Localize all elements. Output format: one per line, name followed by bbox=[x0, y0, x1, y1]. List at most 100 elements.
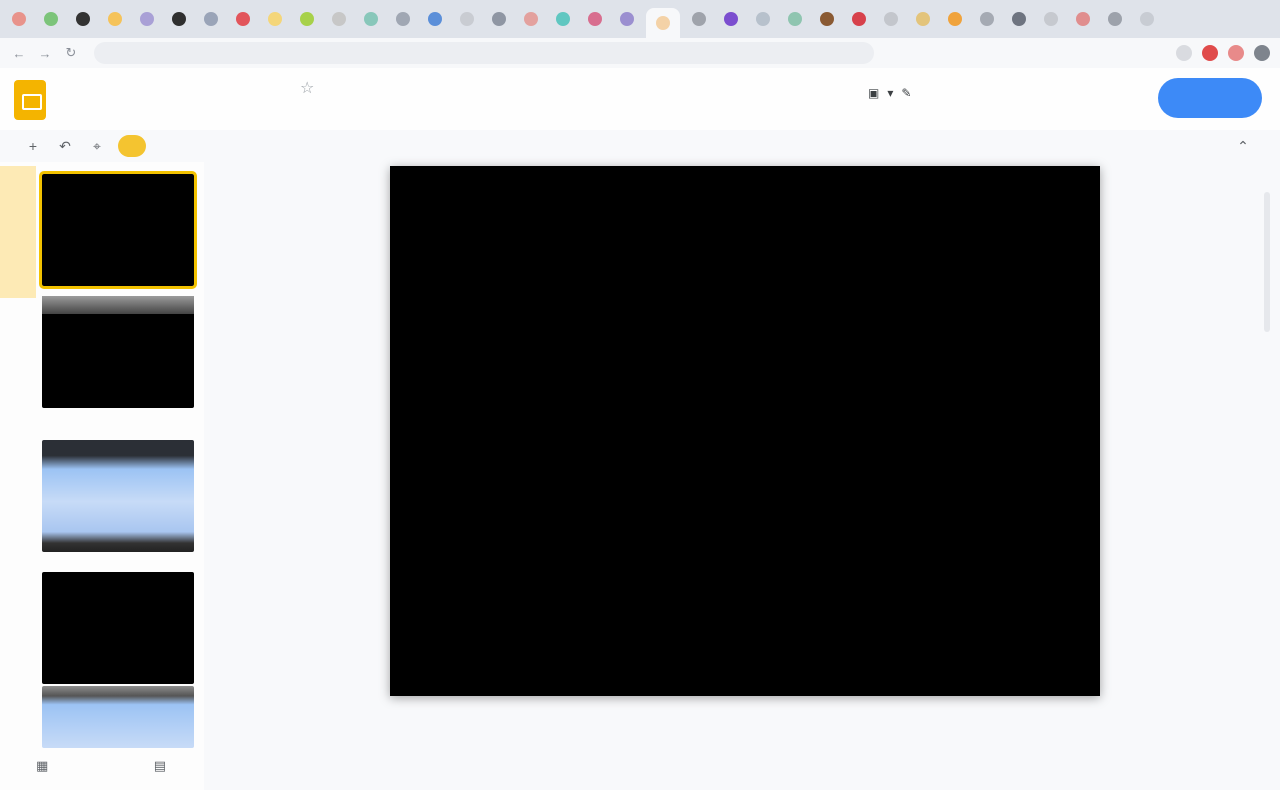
present-icon[interactable]: ▣ bbox=[868, 86, 879, 100]
extension-icon[interactable] bbox=[1228, 45, 1244, 61]
add-slide-icon[interactable]: + bbox=[22, 135, 44, 157]
chevron-down-icon[interactable]: ▾ bbox=[887, 86, 893, 100]
browser-tab[interactable] bbox=[198, 7, 224, 31]
browser-tab[interactable] bbox=[1134, 7, 1160, 31]
comment-icon[interactable]: ✎ bbox=[901, 86, 911, 100]
gray-circle-icon bbox=[692, 12, 706, 26]
browser-tab[interactable] bbox=[1102, 7, 1128, 31]
browser-tab[interactable] bbox=[294, 7, 320, 31]
browser-tab[interactable] bbox=[70, 7, 96, 31]
browser-tab[interactable] bbox=[422, 7, 448, 31]
browser-tab[interactable] bbox=[166, 7, 192, 31]
star-icon[interactable]: ☆ bbox=[300, 78, 314, 98]
extension-icon[interactable] bbox=[1254, 45, 1270, 61]
current-slide[interactable] bbox=[390, 166, 1100, 696]
browser-tab[interactable] bbox=[910, 7, 936, 31]
yellow-circle-icon bbox=[268, 12, 282, 26]
pink-circle-icon bbox=[1076, 12, 1090, 26]
browser-tab[interactable] bbox=[974, 7, 1000, 31]
orange-circle-icon bbox=[948, 12, 962, 26]
browser-tab[interactable] bbox=[878, 7, 904, 31]
slide-thumbnail[interactable] bbox=[42, 296, 194, 408]
slides-icon bbox=[656, 16, 670, 30]
browser-tab[interactable] bbox=[230, 7, 256, 31]
browser-tab[interactable] bbox=[1070, 7, 1096, 31]
browser-tab[interactable] bbox=[134, 7, 160, 31]
red-circle-icon bbox=[12, 12, 26, 26]
browser-tab[interactable] bbox=[646, 8, 680, 38]
purple-circle-icon bbox=[620, 12, 634, 26]
gray-circle-icon bbox=[492, 12, 506, 26]
share-button[interactable] bbox=[1158, 78, 1262, 118]
browser-tab[interactable] bbox=[782, 7, 808, 31]
green-circle-icon bbox=[44, 12, 58, 26]
slide-thumbnail[interactable] bbox=[39, 171, 197, 289]
browser-tab[interactable] bbox=[846, 7, 872, 31]
present-controls: ▣ ▾ ✎ bbox=[868, 86, 911, 100]
browser-tab[interactable] bbox=[6, 7, 32, 31]
gray-circle-icon bbox=[756, 12, 770, 26]
extension-icon[interactable] bbox=[1202, 45, 1218, 61]
layout-chip[interactable] bbox=[118, 135, 146, 157]
browser-tab[interactable] bbox=[942, 7, 968, 31]
gray-circle-icon bbox=[396, 12, 410, 26]
purple-circle-icon bbox=[724, 12, 738, 26]
browser-tab[interactable] bbox=[102, 7, 128, 31]
back-arrow-icon[interactable]: ← bbox=[10, 44, 28, 62]
address-bar[interactable] bbox=[94, 42, 874, 64]
browser-tab[interactable] bbox=[614, 7, 640, 31]
slides-header: ☆ ▣ ▾ ✎ bbox=[0, 68, 1280, 130]
browser-tab[interactable] bbox=[38, 7, 64, 31]
browser-tab[interactable] bbox=[718, 7, 744, 31]
pink-circle-icon bbox=[588, 12, 602, 26]
browser-tab[interactable] bbox=[390, 7, 416, 31]
toolbar: + ↶ ⌖ ⌃ bbox=[0, 130, 1280, 162]
browser-tab[interactable] bbox=[750, 7, 776, 31]
browser-tab[interactable] bbox=[454, 7, 480, 31]
purple-circle-icon bbox=[140, 12, 154, 26]
gray-circle-icon bbox=[1108, 12, 1122, 26]
gray-circle-icon bbox=[1140, 12, 1154, 26]
browser-tab[interactable] bbox=[358, 7, 384, 31]
slide-thumbnail[interactable] bbox=[42, 572, 194, 684]
slides-logo-icon[interactable] bbox=[14, 80, 46, 120]
collapse-icon[interactable]: ⌃ bbox=[1232, 135, 1254, 157]
blue-circle-icon bbox=[428, 12, 442, 26]
grid-view-icon[interactable]: ▦ bbox=[36, 758, 48, 774]
teal-circle-icon bbox=[364, 12, 378, 26]
gray-circle-icon bbox=[332, 12, 346, 26]
browser-tab[interactable] bbox=[582, 7, 608, 31]
selected-slide-highlight bbox=[0, 166, 36, 298]
filmstrip-view-icon[interactable]: ▤ bbox=[154, 758, 166, 774]
gray-circle-icon bbox=[980, 12, 994, 26]
browser-tab[interactable] bbox=[686, 7, 712, 31]
gray-circle-icon bbox=[460, 12, 474, 26]
gray-circle-icon bbox=[204, 12, 218, 26]
scrollbar[interactable] bbox=[1264, 192, 1270, 332]
browser-address-row: ← → ↻ bbox=[0, 38, 1280, 68]
browser-tab[interactable] bbox=[486, 7, 512, 31]
select-icon[interactable]: ⌖ bbox=[86, 135, 108, 157]
undo-icon[interactable]: ↶ bbox=[54, 135, 76, 157]
browser-tab[interactable] bbox=[262, 7, 288, 31]
teal-circle-icon bbox=[556, 12, 570, 26]
slide-thumbnail[interactable] bbox=[42, 440, 194, 552]
browser-tab[interactable] bbox=[1006, 7, 1032, 31]
pink-circle-icon bbox=[524, 12, 538, 26]
browser-tab[interactable] bbox=[326, 7, 352, 31]
slide-stage bbox=[204, 162, 1280, 790]
reload-icon[interactable]: ↻ bbox=[62, 44, 80, 62]
forward-arrow-icon[interactable]: → bbox=[36, 44, 54, 62]
dark-circle-icon bbox=[76, 12, 90, 26]
slide-filmstrip: ▦ ▤ bbox=[0, 162, 204, 790]
browser-tab[interactable] bbox=[814, 7, 840, 31]
browser-tab-strip bbox=[0, 0, 1280, 38]
browser-tab[interactable] bbox=[518, 7, 544, 31]
browser-tab[interactable] bbox=[1038, 7, 1064, 31]
lime-circle-icon bbox=[300, 12, 314, 26]
gray-circle-icon bbox=[1044, 12, 1058, 26]
extension-icons bbox=[1166, 45, 1270, 61]
browser-tab[interactable] bbox=[550, 7, 576, 31]
extension-icon[interactable] bbox=[1176, 45, 1192, 61]
slide-thumbnail[interactable] bbox=[42, 686, 194, 748]
